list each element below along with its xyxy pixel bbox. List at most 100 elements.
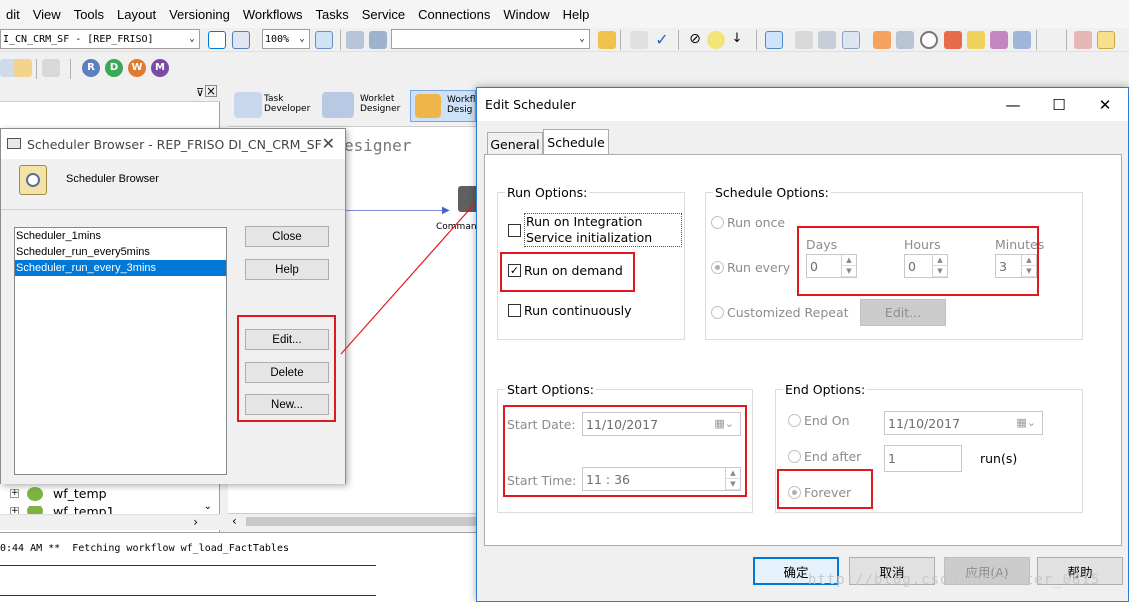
scroll-left-icon[interactable]: ‹ <box>232 514 237 528</box>
edit-scheduler-titlebar: Edit Scheduler — ☐ ✕ <box>477 88 1128 121</box>
scroll-down-icon[interactable]: ⌄ <box>204 501 212 512</box>
decision-icon[interactable] <box>896 31 914 49</box>
menu-item-connections[interactable]: Connections <box>412 7 497 22</box>
validate-icon[interactable] <box>630 31 648 49</box>
link-icon[interactable] <box>1043 31 1061 49</box>
workflow-manager-icon[interactable]: W <box>128 59 146 77</box>
end-on-radio[interactable] <box>788 414 801 427</box>
stop-icon[interactable]: ⊘ <box>686 31 704 49</box>
timer-icon[interactable] <box>920 31 938 49</box>
bulb-icon[interactable] <box>707 31 725 49</box>
workflow-icon[interactable] <box>369 31 387 49</box>
pin-icon[interactable]: ⊽ <box>196 86 204 99</box>
workflow-designer-tab[interactable]: Workfl Desig <box>410 90 476 122</box>
worklet-designer-label[interactable]: Worklet Designer <box>360 94 400 114</box>
pencil-icon[interactable] <box>598 31 616 49</box>
horizontal-scrollbar[interactable]: › ⌄ <box>0 501 220 530</box>
pointer-icon[interactable] <box>765 31 783 49</box>
end-after-label[interactable]: End after <box>804 449 861 464</box>
object-combo[interactable]: ⌄ <box>391 29 590 49</box>
run-every-label[interactable]: Run every <box>727 260 790 275</box>
chevron-down-icon[interactable]: ⌄ <box>575 34 589 44</box>
chevron-down-icon[interactable]: ⌄ <box>295 34 309 44</box>
run-continuously-label[interactable]: Run continuously <box>524 303 632 318</box>
tree-item[interactable]: + wf_temp <box>10 486 107 501</box>
customized-repeat-label[interactable]: Customized Repeat <box>727 305 849 320</box>
assignment-icon[interactable] <box>990 31 1008 49</box>
edit-repeat-button[interactable]: Edit... <box>860 299 946 326</box>
control-icon[interactable] <box>1013 31 1031 49</box>
menu-item-view[interactable]: View <box>27 7 68 22</box>
watermark: http://blog.csdn.net/water_0815 <box>808 572 1101 588</box>
worklet-designer-icon[interactable] <box>322 92 354 118</box>
monitor-icon[interactable]: M <box>151 59 169 77</box>
run-every-radio[interactable] <box>711 261 724 274</box>
task-icon[interactable] <box>346 31 364 49</box>
end-on-date-picker[interactable]: 11/10/2017 ▦⌄ <box>884 411 1043 435</box>
list-item[interactable]: Scheduler_1mins <box>15 228 226 244</box>
chevron-down-icon[interactable]: ⌄ <box>185 34 199 44</box>
canvas-scrollbar[interactable]: ‹ <box>228 513 488 529</box>
session-icon[interactable] <box>795 31 813 49</box>
repository-combo[interactable]: I_CN_CRM_SF - [REP_FRISO] ⌄ <box>0 29 200 49</box>
event-raise-icon[interactable] <box>967 31 985 49</box>
sort-icon[interactable] <box>14 59 32 77</box>
menu-item-tasks[interactable]: Tasks <box>310 7 356 22</box>
menu-item-tools[interactable]: Tools <box>68 7 111 22</box>
menu-item-workflows[interactable]: Workflows <box>237 7 310 22</box>
scroll-thumb[interactable] <box>246 517 482 526</box>
run-continuously-checkbox[interactable] <box>508 304 521 317</box>
close-icon[interactable]: ✕ <box>322 134 335 153</box>
designer-toolbar: Task Developer Worklet Designer Workfl D… <box>228 86 488 126</box>
close-icon[interactable]: ✕ <box>1082 88 1128 121</box>
download-icon[interactable]: ↓ <box>728 31 746 49</box>
event-icon[interactable] <box>944 31 962 49</box>
repository-manager-icon[interactable]: R <box>82 59 100 77</box>
canvas-title: esigner <box>344 136 412 155</box>
tab-schedule[interactable]: Schedule <box>543 129 609 155</box>
copy-icon[interactable] <box>42 59 60 77</box>
end-on-label[interactable]: End On <box>804 413 850 428</box>
close-icon[interactable]: × <box>205 85 217 97</box>
menu-item-versioning[interactable]: Versioning <box>163 7 237 22</box>
highlight-box <box>777 469 873 509</box>
tab-general[interactable]: General <box>487 132 543 156</box>
scroll-right-icon[interactable]: › <box>193 515 198 529</box>
menu-item-help[interactable]: Help <box>557 7 597 22</box>
zoom-fit-icon[interactable] <box>315 31 333 49</box>
run-on-init-checkbox[interactable] <box>508 224 521 237</box>
task-developer-icon[interactable] <box>234 92 262 118</box>
zoom-combo[interactable]: 100% ⌄ <box>262 29 310 49</box>
help-button[interactable]: Help <box>245 259 329 280</box>
end-after-radio[interactable] <box>788 450 801 463</box>
scheduler-list[interactable]: Scheduler_1mins Scheduler_run_every5mins S… <box>14 227 227 475</box>
customized-repeat-radio[interactable] <box>711 306 724 319</box>
end-after-runs-field[interactable]: 1 <box>884 445 962 472</box>
command-icon[interactable] <box>818 31 836 49</box>
expand-icon[interactable]: + <box>10 489 19 498</box>
workflow-designer-label: Workfl Desig <box>447 95 476 115</box>
menu-item-window[interactable]: Window <box>497 7 556 22</box>
designer-icon[interactable]: D <box>105 59 123 77</box>
checkmark-icon[interactable]: ✓ <box>653 31 671 49</box>
navigator-icon[interactable] <box>208 31 226 49</box>
maximize-icon[interactable]: ☐ <box>1036 88 1082 121</box>
run-on-init-label[interactable]: Run on Integration Service initializatio… <box>524 213 682 247</box>
list-item[interactable]: Scheduler_run_every_3mins <box>15 260 226 276</box>
list-item[interactable]: Scheduler_run_every5mins <box>15 244 226 260</box>
task-developer-label[interactable]: Task Developer <box>264 94 310 114</box>
worklet-icon[interactable] <box>873 31 891 49</box>
email-icon[interactable] <box>842 31 860 49</box>
menu-item-service[interactable]: Service <box>356 7 412 22</box>
menu-item-layout[interactable]: Layout <box>111 7 163 22</box>
close-button[interactable]: Close <box>245 226 329 247</box>
workflow-designer-icon <box>415 94 441 118</box>
run-once-label[interactable]: Run once <box>727 215 785 230</box>
note-icon[interactable] <box>1097 31 1115 49</box>
options-icon[interactable] <box>1074 31 1092 49</box>
window-icon[interactable] <box>232 31 250 49</box>
calendar-icon[interactable]: ▦⌄ <box>1016 416 1036 429</box>
menu-item-dit[interactable]: dit <box>0 7 27 22</box>
run-once-radio[interactable] <box>711 216 724 229</box>
minimize-icon[interactable]: — <box>990 88 1036 121</box>
